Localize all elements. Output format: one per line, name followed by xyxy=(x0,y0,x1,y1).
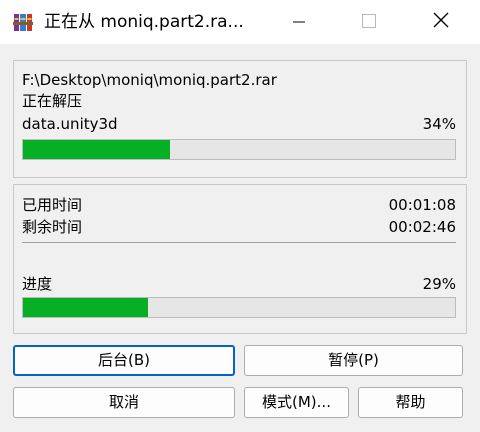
file-progress-fill xyxy=(23,140,170,159)
close-button[interactable] xyxy=(416,0,466,44)
pause-button[interactable]: 暂停(P) xyxy=(244,345,463,376)
minimize-button[interactable] xyxy=(274,0,324,44)
cancel-button[interactable]: 取消 xyxy=(13,387,235,418)
winrar-extract-dialog: 正在从 moniq.part2.ra... F:\Desktop\moniq\m… xyxy=(0,0,480,432)
close-icon xyxy=(433,12,449,32)
remaining-time-value: 00:02:46 xyxy=(388,218,456,236)
remaining-time-label: 剩余时间 xyxy=(22,218,83,236)
minimize-icon xyxy=(293,13,305,32)
overall-progress-label: 进度 xyxy=(22,275,53,293)
title-bar[interactable]: 正在从 moniq.part2.ra... xyxy=(0,0,480,44)
overall-progress-fill xyxy=(23,298,149,317)
window-title: 正在从 moniq.part2.ra... xyxy=(44,12,244,32)
mode-button[interactable]: 模式(M)... xyxy=(244,387,349,418)
divider xyxy=(22,242,456,243)
maximize-icon xyxy=(362,13,376,32)
winrar-books-icon xyxy=(13,12,33,32)
current-file-name: data.unity3d xyxy=(22,115,118,133)
overall-progress-bar xyxy=(22,297,456,318)
file-percent: 34% xyxy=(422,115,456,133)
overall-percent: 29% xyxy=(422,275,456,293)
extraction-status: 正在解压 xyxy=(22,92,83,110)
background-button[interactable]: 后台(B) xyxy=(13,345,235,376)
maximize-button xyxy=(344,0,394,44)
archive-path: F:\Desktop\moniq\moniq.part2.rar xyxy=(22,71,277,89)
elapsed-time-value: 00:01:08 xyxy=(388,196,456,214)
elapsed-time-label: 已用时间 xyxy=(22,196,83,214)
help-button[interactable]: 帮助 xyxy=(358,387,463,418)
file-progress-bar xyxy=(22,139,456,160)
